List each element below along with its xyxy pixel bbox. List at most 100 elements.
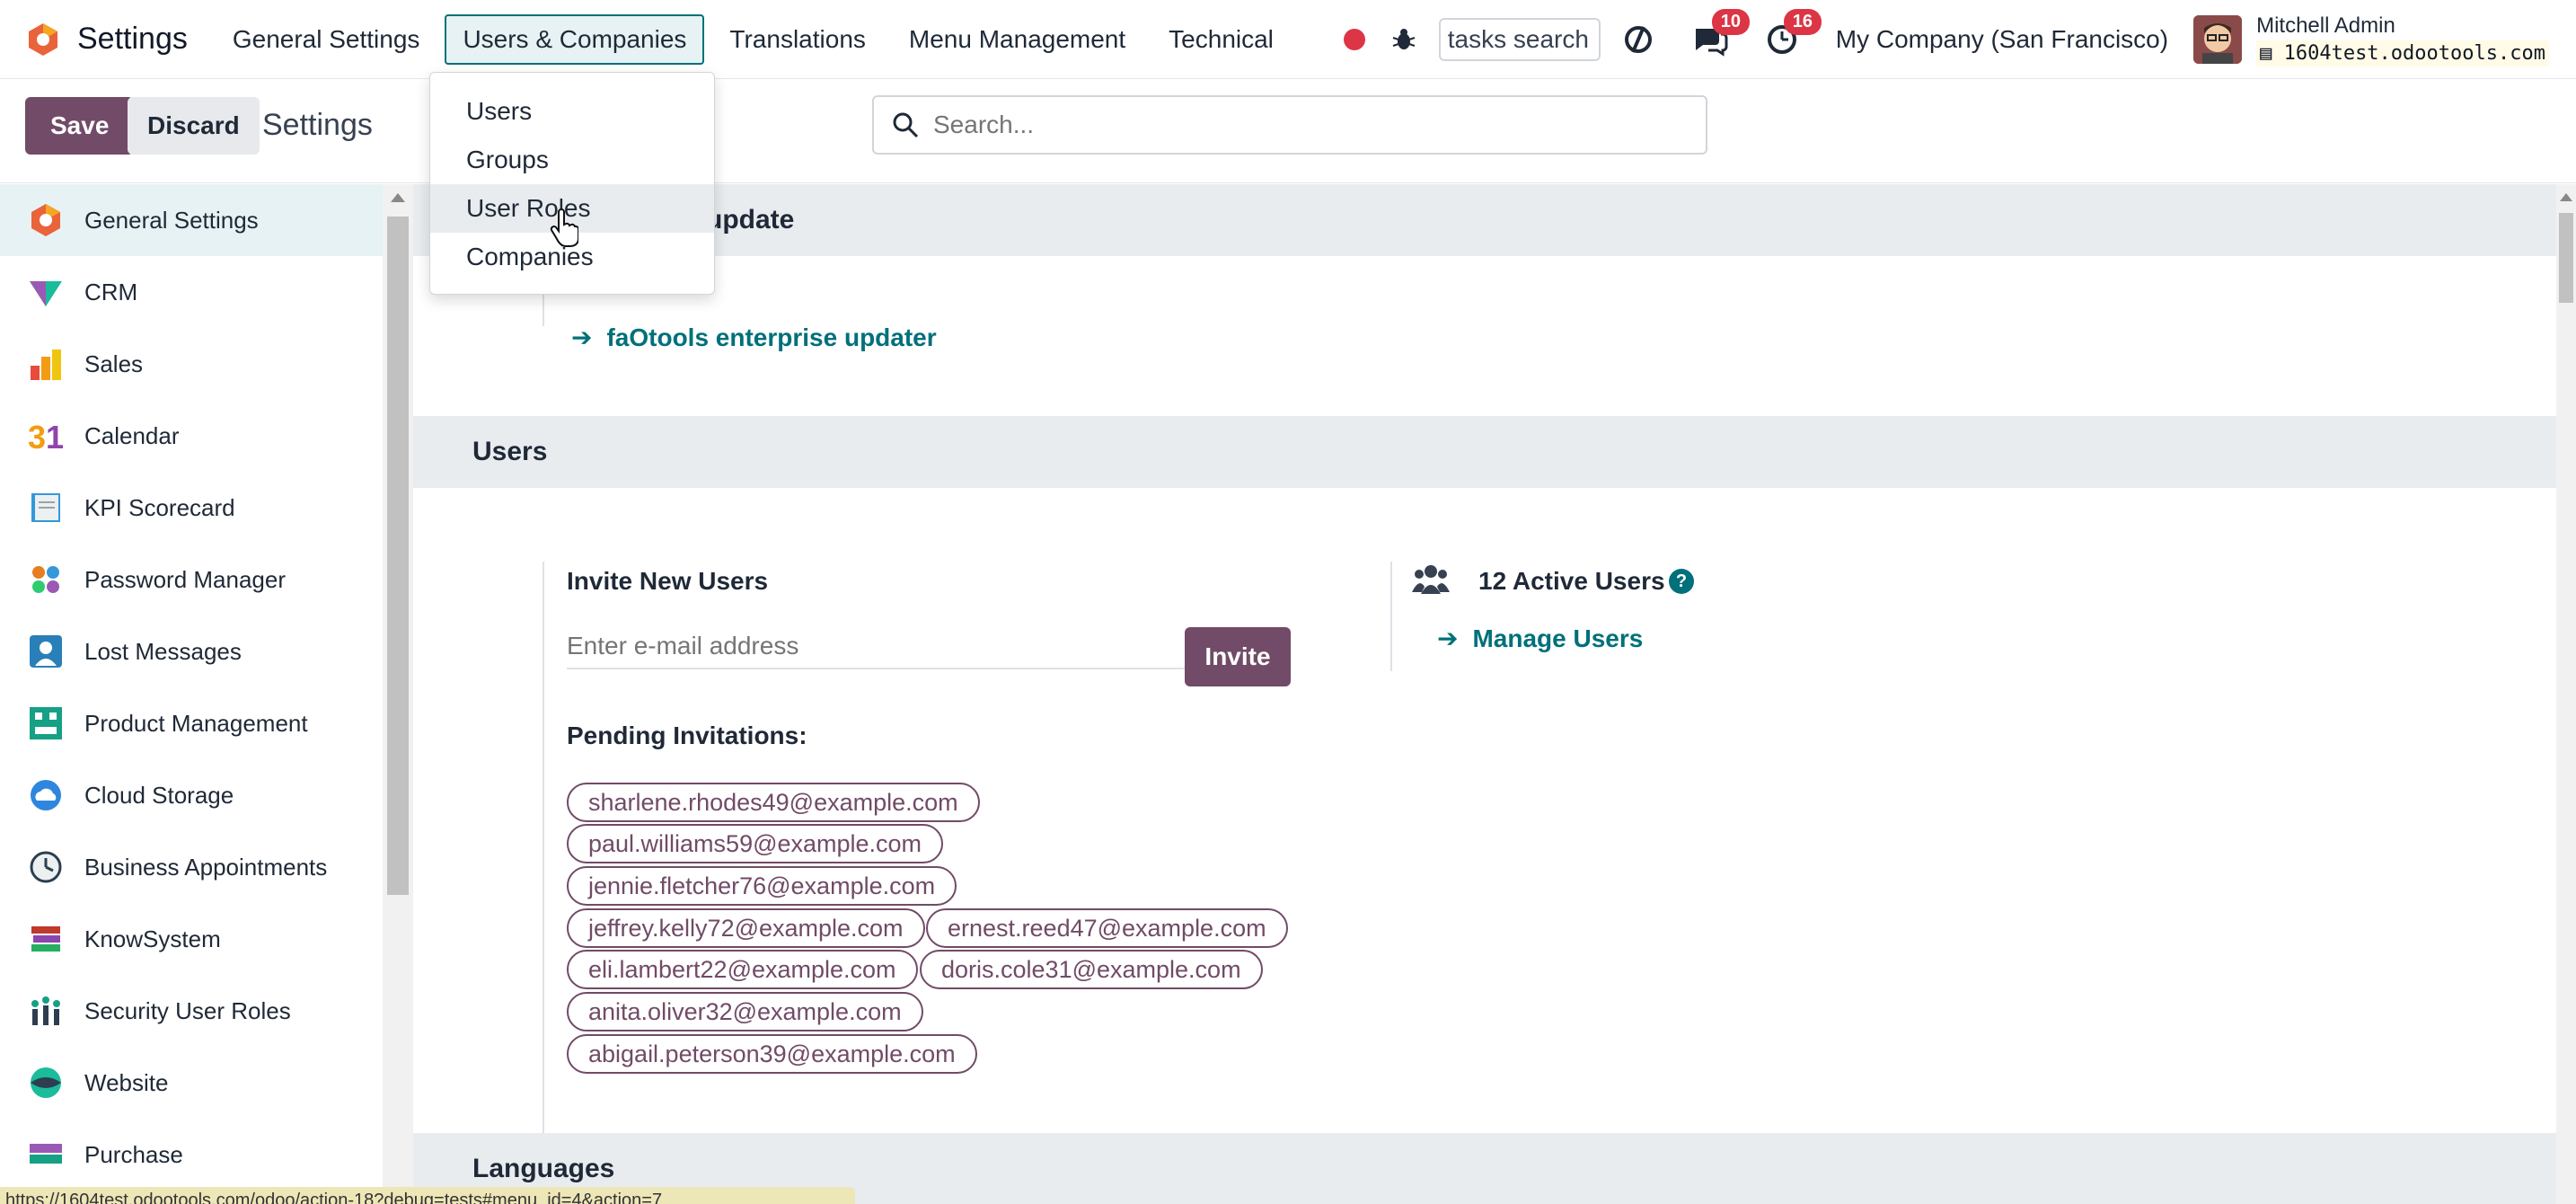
dropdown-item-users[interactable]: Users	[430, 87, 714, 136]
pending-invite-pill[interactable]: paul.williams59@example.com	[567, 824, 944, 863]
tasks-search-input[interactable]	[1438, 18, 1601, 61]
sidebar-item-crm[interactable]: CRM	[0, 256, 383, 328]
pending-invite-pill[interactable]: eli.lambert22@example.com	[567, 950, 918, 989]
pending-invite-pill[interactable]: jeffrey.kelly72@example.com	[567, 908, 925, 948]
users-icon	[1412, 565, 1450, 594]
sales-app-icon	[27, 345, 65, 383]
sidebar-item-label: Password Manager	[84, 565, 286, 593]
database-name: ▤ 1604test.odootools.com	[2256, 40, 2549, 66]
hand-cursor-icon	[550, 208, 578, 247]
sidebar-item-label: Purchase	[84, 1140, 183, 1168]
svg-text:3: 3	[28, 419, 46, 454]
invite-email-input[interactable]	[567, 624, 1187, 669]
knowsystem-app-icon	[27, 920, 65, 958]
sidebar-item-label: Product Management	[84, 709, 308, 737]
arrow-right-icon: ➔	[1437, 624, 1459, 652]
main-scroll-thumb[interactable]	[2559, 213, 2573, 303]
divider	[543, 562, 544, 1204]
sidebar-item-business-appointments[interactable]: Business Appointments	[0, 831, 383, 903]
sidebar-item-password-manager[interactable]: Password Manager	[0, 544, 383, 615]
menu-translations[interactable]: Translations	[711, 14, 883, 65]
crm-app-icon	[27, 273, 65, 311]
lost-messages-app-icon	[27, 633, 65, 670]
password-app-icon	[27, 561, 65, 598]
activity-badge: 16	[1783, 9, 1822, 35]
chat-tray[interactable]: 10	[1692, 9, 1750, 58]
pending-invite-pill[interactable]: abigail.peterson39@example.com	[567, 1034, 977, 1074]
settings-app-icon	[27, 201, 65, 239]
search-input[interactable]	[933, 111, 1670, 139]
discard-button[interactable]: Discard	[128, 97, 260, 155]
section-header-users: Users	[413, 416, 2556, 488]
sidebar-item-label: Lost Messages	[84, 637, 242, 665]
arrow-right-icon: ➔	[571, 323, 593, 351]
sidebar-item-lost-messages[interactable]: Lost Messages	[0, 615, 383, 687]
section-header-update: update	[413, 184, 2556, 256]
pending-invite-pill[interactable]: jennie.fletcher76@example.com	[567, 866, 957, 906]
menu-menu-management[interactable]: Menu Management	[891, 14, 1143, 65]
sidebar-item-purchase[interactable]: Purchase	[0, 1119, 383, 1191]
sidebar-item-sales[interactable]: Sales	[0, 328, 383, 400]
pending-invite-pill[interactable]: ernest.reed47@example.com	[926, 908, 1288, 948]
manage-users-link[interactable]: ➔ Manage Users	[1437, 624, 1643, 653]
menu-technical[interactable]: Technical	[1151, 14, 1292, 65]
sidebar-item-cloud-storage[interactable]: Cloud Storage	[0, 759, 383, 831]
main-scrollbar[interactable]	[2556, 184, 2576, 1204]
updater-link[interactable]: ➔ faOtools enterprise updater	[571, 323, 937, 352]
sidebar-item-website[interactable]: Website	[0, 1047, 383, 1119]
systray: 10 16 My Company (San Francisco) Mitchel…	[1343, 0, 2549, 79]
help-icon[interactable]: ?	[1669, 569, 1694, 594]
settings-logo-icon	[29, 22, 57, 56]
sidebar-item-security-user-roles[interactable]: Security User Roles	[0, 975, 383, 1047]
dropdown-item-groups[interactable]: Groups	[430, 136, 714, 184]
search-icon	[893, 112, 919, 138]
sidebar-item-label: Sales	[84, 350, 144, 377]
sidebar-item-label: Security User Roles	[84, 996, 291, 1024]
pending-invite-pill[interactable]: sharlene.rhodes49@example.com	[567, 783, 980, 822]
purchase-app-icon	[27, 1136, 65, 1173]
scroll-up-arrow-icon[interactable]	[391, 193, 405, 202]
users-companies-dropdown: Users Groups User Roles Companies	[429, 72, 715, 295]
user-menu[interactable]: Mitchell Admin ▤ 1604test.odootools.com	[2256, 13, 2549, 66]
divider	[1390, 562, 1392, 671]
pending-invite-pill[interactable]: doris.cole31@example.com	[920, 950, 1263, 989]
refresh-icon	[1624, 26, 1652, 53]
bug-icon[interactable]	[1390, 26, 1417, 53]
sidebar-scrollbar[interactable]	[383, 184, 413, 1204]
main-menu: General Settings Users & Companies Trans…	[215, 13, 1299, 65]
svg-text:1: 1	[46, 419, 64, 454]
settings-content: update ➔ faOtools enterprise updater Use…	[413, 184, 2556, 1204]
user-avatar-icon	[2193, 15, 2243, 64]
sidebar-item-product-management[interactable]: Product Management	[0, 687, 383, 759]
menu-general-settings[interactable]: General Settings	[215, 14, 438, 65]
avatar[interactable]	[2193, 15, 2243, 64]
settings-search[interactable]	[872, 95, 1707, 155]
website-app-icon	[27, 1064, 65, 1102]
settings-sidebar: General Settings CRM Sales 31 Calendar K…	[0, 184, 383, 1204]
refresh-tray[interactable]	[1620, 22, 1656, 58]
sidebar-item-knowsystem[interactable]: KnowSystem	[0, 903, 383, 975]
scroll-up-arrow-icon[interactable]	[2560, 193, 2572, 201]
company-switcher[interactable]: My Company (San Francisco)	[1836, 25, 2168, 54]
sidebar-item-calendar[interactable]: 31 Calendar	[0, 400, 383, 472]
sidebar-item-kpi-scorecard[interactable]: KPI Scorecard	[0, 472, 383, 544]
updater-link-text: faOtools enterprise updater	[606, 323, 937, 351]
kpi-app-icon	[27, 489, 65, 527]
record-icon[interactable]	[1343, 29, 1365, 50]
activity-tray[interactable]: 16	[1764, 9, 1822, 58]
active-users-count: 12 Active Users	[1478, 567, 1665, 595]
sidebar-item-label: Calendar	[84, 421, 180, 449]
save-button[interactable]: Save	[25, 97, 135, 155]
pending-invite-pill[interactable]: anita.oliver32@example.com	[567, 992, 923, 1031]
sidebar-item-label: Cloud Storage	[84, 781, 234, 809]
invite-button[interactable]: Invite	[1185, 627, 1291, 686]
sidebar-item-label: Website	[84, 1068, 169, 1096]
app-name: Settings	[77, 22, 188, 56]
sidebar-item-label: KPI Scorecard	[84, 493, 235, 521]
chat-badge: 10	[1711, 9, 1750, 35]
invite-title: Invite New Users	[567, 567, 769, 595]
menu-users-companies[interactable]: Users & Companies	[445, 13, 705, 65]
sidebar-item-general-settings[interactable]: General Settings	[0, 184, 383, 256]
sidebar-scroll-thumb[interactable]	[387, 217, 409, 895]
brand[interactable]: Settings	[25, 22, 188, 58]
